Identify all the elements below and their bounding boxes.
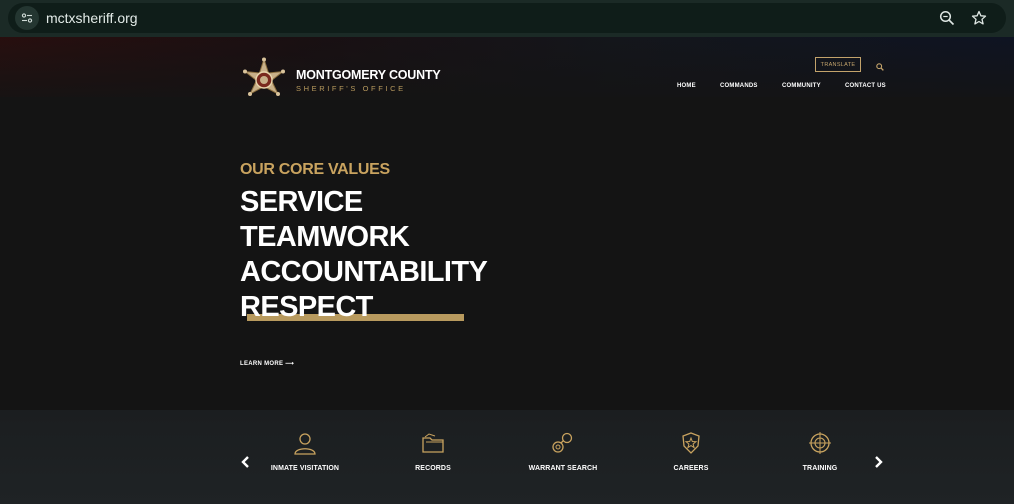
badge-icon (678, 430, 704, 456)
quick-link-label: RECORDS (415, 465, 451, 472)
page: MONTGOMERY COUNTY SHERIFF'S OFFICE TRANS… (0, 37, 1014, 504)
quick-link-label: INMATE VISITATION (270, 465, 340, 472)
folder-icon (420, 430, 446, 456)
nav-community[interactable]: COMMUNITY (782, 83, 821, 89)
bookmark-star-icon[interactable] (970, 9, 988, 27)
translate-button[interactable]: TRANSLATE (815, 57, 861, 72)
nav-home[interactable]: HOME (677, 83, 696, 89)
sheriff-star-logo[interactable] (240, 57, 288, 105)
quick-link-label: CAREERS (673, 465, 709, 472)
value-teamwork: TEAMWORK (240, 221, 410, 253)
value-accountability: ACCOUNTABILITY (240, 256, 488, 288)
hero-eyebrow: OUR CORE VALUES (240, 161, 390, 178)
search-icon[interactable] (876, 58, 886, 71)
quick-link-warrant-search[interactable]: WARRANT SEARCH (508, 430, 618, 490)
site-info-icon[interactable] (15, 6, 39, 30)
quick-link-records[interactable]: RECORDS (378, 430, 488, 490)
target-icon (807, 430, 833, 456)
learn-more-link[interactable]: LEARN MORE ⟶ (240, 360, 294, 367)
quick-links-bar: INMATE VISITATION RECORDS WARRANT SEARCH… (0, 410, 1014, 504)
chevron-right-icon[interactable] (872, 455, 884, 469)
nav-contact-us[interactable]: CONTACT US (845, 83, 886, 89)
person-icon (292, 430, 318, 456)
value-respect: RESPECT (240, 291, 373, 323)
nav-commands[interactable]: COMMANDS (720, 83, 758, 89)
quick-link-label: TRAINING (802, 465, 838, 472)
address-bar[interactable]: mctxsheriff.org (8, 3, 1006, 33)
quick-link-careers[interactable]: CAREERS (636, 430, 746, 490)
zoom-icon[interactable] (938, 9, 956, 27)
brand-title: MONTGOMERY COUNTY (296, 68, 441, 82)
url-text[interactable]: mctxsheriff.org (46, 10, 138, 26)
quick-link-inmate-visitation[interactable]: INMATE VISITATION (250, 430, 360, 490)
handcuffs-icon (550, 430, 576, 456)
browser-toolbar: mctxsheriff.org (0, 0, 1014, 37)
brand-subtitle: SHERIFF'S OFFICE (296, 84, 406, 93)
value-service: SERVICE (240, 186, 363, 218)
quick-link-training[interactable]: TRAINING (765, 430, 875, 490)
quick-link-label: WARRANT SEARCH (528, 465, 598, 472)
